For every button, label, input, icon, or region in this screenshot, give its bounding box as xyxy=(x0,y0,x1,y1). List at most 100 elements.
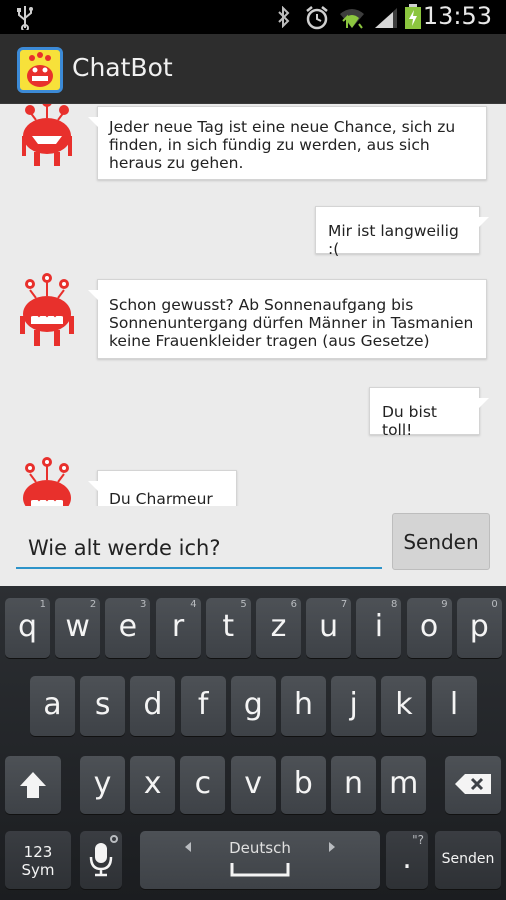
key-label: p xyxy=(469,609,489,644)
bot-message-bubble: Du Charmeur :) xyxy=(88,470,237,506)
message-text-line: heraus zu gehen. xyxy=(109,154,244,172)
period-key-label: . xyxy=(402,841,412,876)
bot-message-bubble: Schon gewusst? Ab Sonnenaufgang bis Sonn… xyxy=(88,279,487,359)
key-label: w xyxy=(65,609,90,644)
key-p[interactable]: 0p xyxy=(456,598,502,658)
key-label: c xyxy=(194,766,212,801)
key-m[interactable]: m xyxy=(381,756,427,814)
key-i[interactable]: 8i xyxy=(356,598,402,658)
message-text-line: Mir ist langweilig :( xyxy=(328,222,459,258)
key-label: z xyxy=(270,609,287,644)
key-label: b xyxy=(293,766,313,801)
message-text-line: finden, in sich fündig zu werden, aus si… xyxy=(109,136,430,154)
robot-avatar-icon xyxy=(23,457,71,506)
key-label: q xyxy=(17,609,38,644)
enter-key-label: Senden xyxy=(441,851,495,867)
bot-message-bubble: Jeder neue Tag ist eine neue Chance, sic… xyxy=(88,106,487,180)
user-message-bubble: Du bist toll! xyxy=(369,387,489,439)
space-key[interactable]: Deutsch xyxy=(140,831,380,889)
settings-gear-icon xyxy=(110,835,118,843)
key-label: e xyxy=(118,609,138,644)
message-text-line: Schon gewusst? Ab Sonnenaufgang bis xyxy=(109,296,414,314)
key-b[interactable]: b xyxy=(280,756,326,814)
key-label: a xyxy=(43,687,62,722)
send-button[interactable]: Senden xyxy=(392,513,490,570)
key-k[interactable]: k xyxy=(381,676,427,736)
key-label: g xyxy=(243,687,263,722)
key-c[interactable]: c xyxy=(180,756,226,814)
user-message-bubble: Mir ist langweilig :( xyxy=(315,206,489,258)
action-bar: ChatBot xyxy=(0,34,506,104)
key-t[interactable]: 5t xyxy=(205,598,251,658)
backspace-icon xyxy=(455,774,491,794)
message-text-line: Sonnenuntergang dürfen Männer in Tasmani… xyxy=(109,314,474,332)
key-j[interactable]: j xyxy=(331,676,377,736)
key-v[interactable]: v xyxy=(230,756,276,814)
key-label: n xyxy=(343,766,363,801)
robot-avatar-icon xyxy=(22,104,72,166)
alarm-clock-icon xyxy=(306,6,328,30)
key-label: k xyxy=(395,687,413,722)
key-l[interactable]: l xyxy=(431,676,477,736)
key-n[interactable]: n xyxy=(331,756,376,814)
space-bar-icon xyxy=(230,863,290,877)
message-text-line: Du Charmeur :) xyxy=(109,490,213,506)
key-label: o xyxy=(419,609,439,644)
key-w[interactable]: 2w xyxy=(55,598,101,658)
signal-icon xyxy=(375,8,397,28)
chat-area[interactable]: Jeder neue Tag ist eine neue Chance, sic… xyxy=(0,104,506,506)
clock-time: 13:53 xyxy=(422,2,492,30)
symbols-key[interactable]: 123 Sym xyxy=(5,831,71,889)
key-label: l xyxy=(449,687,459,722)
key-label: i xyxy=(374,609,384,644)
robot-avatar-icon xyxy=(20,273,74,346)
key-d[interactable]: d xyxy=(130,676,176,736)
usb-icon xyxy=(17,6,33,30)
message-text-line: Jeder neue Tag ist eine neue Chance, sic… xyxy=(109,118,456,136)
status-bar: 13:53 xyxy=(0,0,506,34)
voice-input-key[interactable] xyxy=(80,831,122,889)
app-logo-icon[interactable] xyxy=(17,47,63,93)
key-y[interactable]: y xyxy=(80,756,125,814)
backspace-key[interactable] xyxy=(445,756,501,814)
key-h[interactable]: h xyxy=(281,676,326,736)
symbols-key-label: 123 xyxy=(23,843,53,861)
key-label: j xyxy=(349,687,358,722)
key-u[interactable]: 7u xyxy=(306,598,352,658)
key-label: u xyxy=(319,609,339,644)
language-switch-arrows-icon xyxy=(185,842,335,852)
key-label: v xyxy=(244,766,262,801)
key-label: x xyxy=(143,766,162,801)
message-text-line: keine Frauenkleider tragen (aus Gesetze) xyxy=(109,332,430,350)
key-x[interactable]: x xyxy=(130,756,176,814)
key-label: d xyxy=(143,687,163,722)
key-a[interactable]: a xyxy=(30,676,75,736)
soft-keyboard: 1q2w3e4r5t6z7u8i9o0p asdfgh j k l yxcvbnm 1… xyxy=(0,586,506,900)
key-label: s xyxy=(94,687,111,722)
key-z[interactable]: 6z xyxy=(256,598,301,658)
wifi-icon xyxy=(340,9,364,29)
symbols-key-label: Sym xyxy=(21,861,55,879)
key-g[interactable]: g xyxy=(230,676,276,736)
message-input[interactable] xyxy=(16,523,382,569)
key-label: f xyxy=(197,687,209,722)
message-text-line: Du bist toll! xyxy=(382,403,437,439)
period-key[interactable]: "? . xyxy=(386,831,428,889)
enter-send-key[interactable]: Senden xyxy=(435,831,501,889)
key-label: h xyxy=(293,687,313,722)
key-f[interactable]: f xyxy=(180,676,226,736)
key-o[interactable]: 9o xyxy=(406,598,452,658)
key-s[interactable]: s xyxy=(80,676,126,736)
key-q[interactable]: 1q xyxy=(5,598,50,658)
key-e[interactable]: 3e xyxy=(105,598,151,658)
key-label: r xyxy=(171,609,185,644)
app-title: ChatBot xyxy=(72,53,173,82)
battery-charging-icon xyxy=(405,4,421,29)
shift-key[interactable] xyxy=(5,756,61,814)
key-r[interactable]: 4r xyxy=(155,598,201,658)
key-label: t xyxy=(222,609,235,644)
key-label: m xyxy=(389,766,419,801)
key-label: y xyxy=(93,766,112,801)
shift-arrow-icon xyxy=(20,772,46,798)
bluetooth-icon xyxy=(278,6,290,28)
